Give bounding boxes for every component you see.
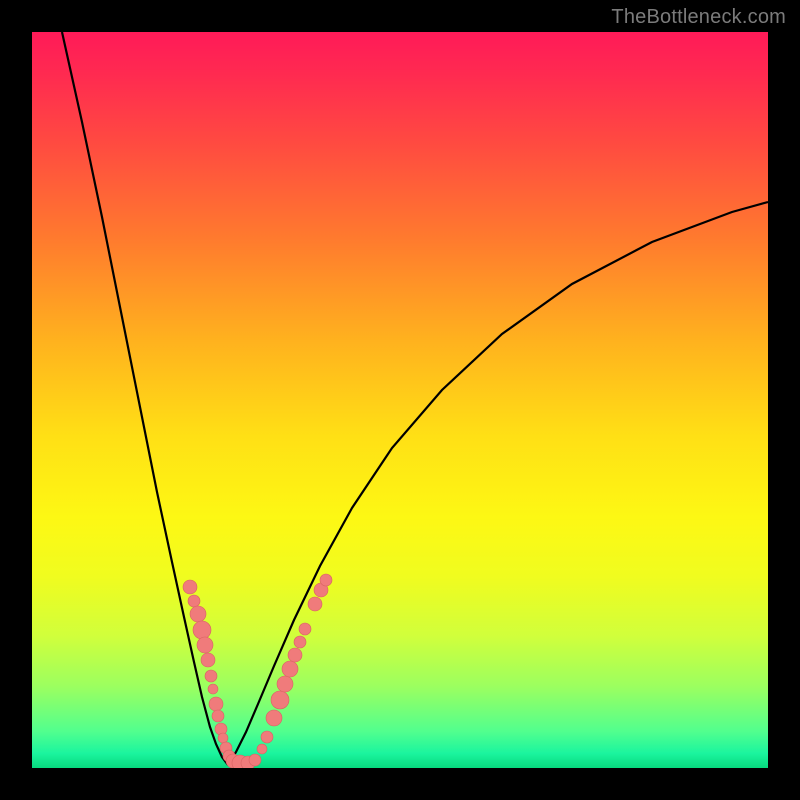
watermark-text: TheBottleneck.com — [611, 6, 786, 29]
bead-point — [249, 754, 261, 766]
bead-point — [188, 595, 200, 607]
bead-point — [212, 710, 224, 722]
scatter-beads — [183, 574, 332, 768]
bead-point — [193, 621, 211, 639]
bead-point — [257, 744, 267, 754]
chart-frame: TheBottleneck.com — [0, 0, 800, 800]
bead-point — [294, 636, 306, 648]
bead-point — [277, 676, 293, 692]
bead-point — [282, 661, 298, 677]
bead-point — [201, 653, 215, 667]
bead-point — [308, 597, 322, 611]
bead-point — [190, 606, 206, 622]
bead-point — [271, 691, 289, 709]
bead-point — [320, 574, 332, 586]
bead-point — [261, 731, 273, 743]
curve-right-branch — [228, 202, 768, 765]
curve-overlay — [32, 32, 768, 768]
bead-point — [205, 670, 217, 682]
bead-point — [208, 684, 218, 694]
bead-point — [209, 697, 223, 711]
bead-point — [197, 637, 213, 653]
bead-point — [183, 580, 197, 594]
plot-area — [32, 32, 768, 768]
bead-point — [299, 623, 311, 635]
bead-point — [288, 648, 302, 662]
bead-point — [218, 733, 228, 743]
bead-point — [266, 710, 282, 726]
